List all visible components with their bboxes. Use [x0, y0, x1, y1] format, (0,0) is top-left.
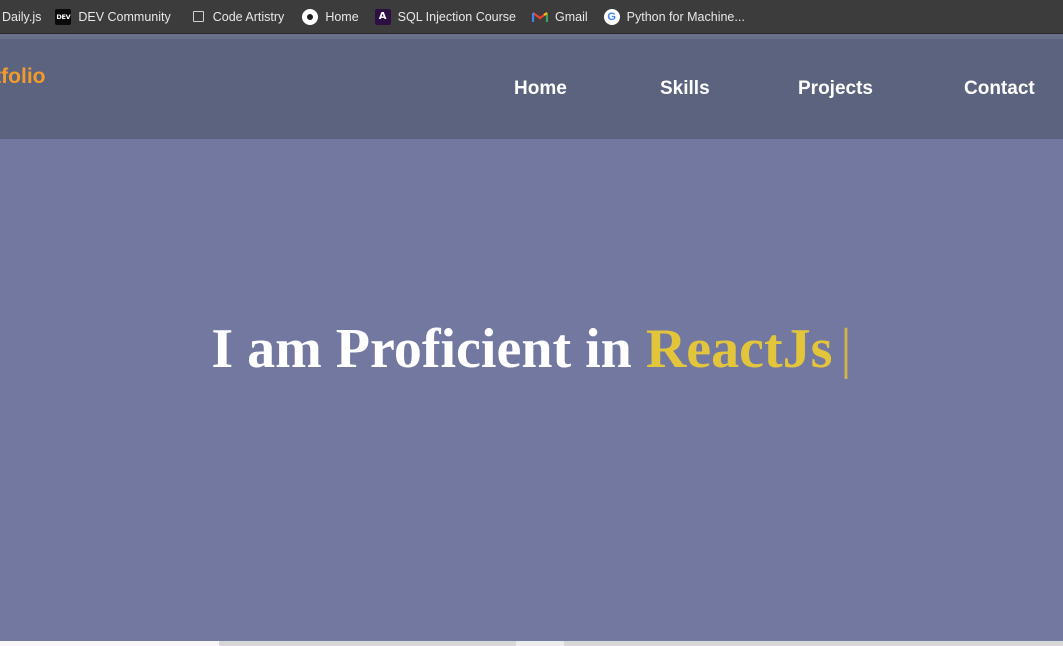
bookmark-gmail[interactable]: Gmail	[526, 4, 598, 30]
bookmark-label: SQL Injection Course	[397, 9, 517, 24]
bookmark-label: Code Artistry	[212, 9, 285, 24]
nav-link-home[interactable]: Home	[514, 78, 567, 100]
hero-static-text: I am Proficient in	[211, 318, 632, 380]
scrollbar-thumb[interactable]	[516, 641, 564, 646]
nav-link-projects[interactable]: Projects	[798, 78, 873, 100]
bookmark-label: Python for Machine...	[626, 9, 745, 24]
bookmark-label: Daily.js	[2, 9, 42, 24]
horizontal-scrollbar[interactable]	[0, 641, 1063, 646]
navbar: rtfolio Home Skills Projects Contact	[0, 39, 1063, 139]
hero-typed-skill: ReactJs	[645, 318, 833, 380]
bookmark-label: DEV Community	[78, 9, 171, 24]
bookmarks-bar: Daily.js DEV DEV Community Code Artistry…	[0, 0, 1063, 34]
scrollbar-track-segment	[0, 641, 219, 646]
dev-icon: DEV	[55, 8, 72, 25]
gmail-icon	[532, 9, 549, 25]
a-logo-icon: A	[374, 8, 391, 25]
bookmark-python-for-machine[interactable]: G Python for Machine...	[598, 4, 755, 30]
home-circle-icon	[302, 8, 319, 25]
bookmark-daily-js[interactable]: Daily.js	[0, 4, 55, 30]
bookmark-dev-community[interactable]: DEV DEV Community	[55, 4, 180, 30]
nav-link-contact[interactable]: Contact	[964, 78, 1035, 100]
square-icon	[192, 11, 204, 22]
typing-cursor: |	[840, 318, 852, 380]
bookmark-home[interactable]: Home	[294, 4, 368, 30]
hero-section: I am Proficient in ReactJs |	[0, 139, 1063, 641]
bookmark-sql-injection-course[interactable]: A SQL Injection Course	[369, 4, 526, 30]
bookmark-code-artistry[interactable]: Code Artistry	[181, 4, 295, 30]
google-icon: G	[603, 8, 620, 25]
nav-link-skills[interactable]: Skills	[660, 78, 710, 100]
site-logo[interactable]: rtfolio	[0, 65, 45, 89]
bookmark-label: Gmail	[555, 9, 588, 24]
bookmark-label: Home	[325, 9, 359, 24]
hero-headline: I am Proficient in ReactJs |	[0, 317, 1063, 381]
